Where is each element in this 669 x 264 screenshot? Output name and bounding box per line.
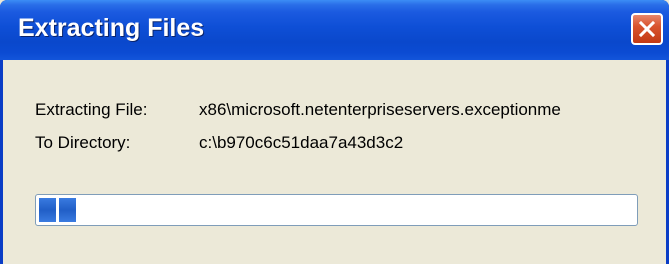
progress-block [39,198,56,222]
extracting-file-value: x86\microsoft.netenterpriseservers.excep… [199,100,561,119]
close-button[interactable] [631,13,663,45]
progress-fill [39,198,634,222]
window-title: Extracting Files [18,14,205,42]
extracting-file-label: Extracting File: [35,100,148,119]
progress-block [59,198,76,222]
close-icon [638,20,656,38]
to-directory-value: c:\b970c6c51daa7a43d3c2 [199,133,404,152]
title-bar[interactable]: Extracting Files [0,0,669,60]
progress-bar [35,194,638,226]
to-directory-label: To Directory: [35,133,131,152]
dialog-body: Extracting File: x86\microsoft.netenterp… [3,60,666,264]
extract-dialog: Extracting Files Extracting File: x86\mi… [0,0,669,264]
